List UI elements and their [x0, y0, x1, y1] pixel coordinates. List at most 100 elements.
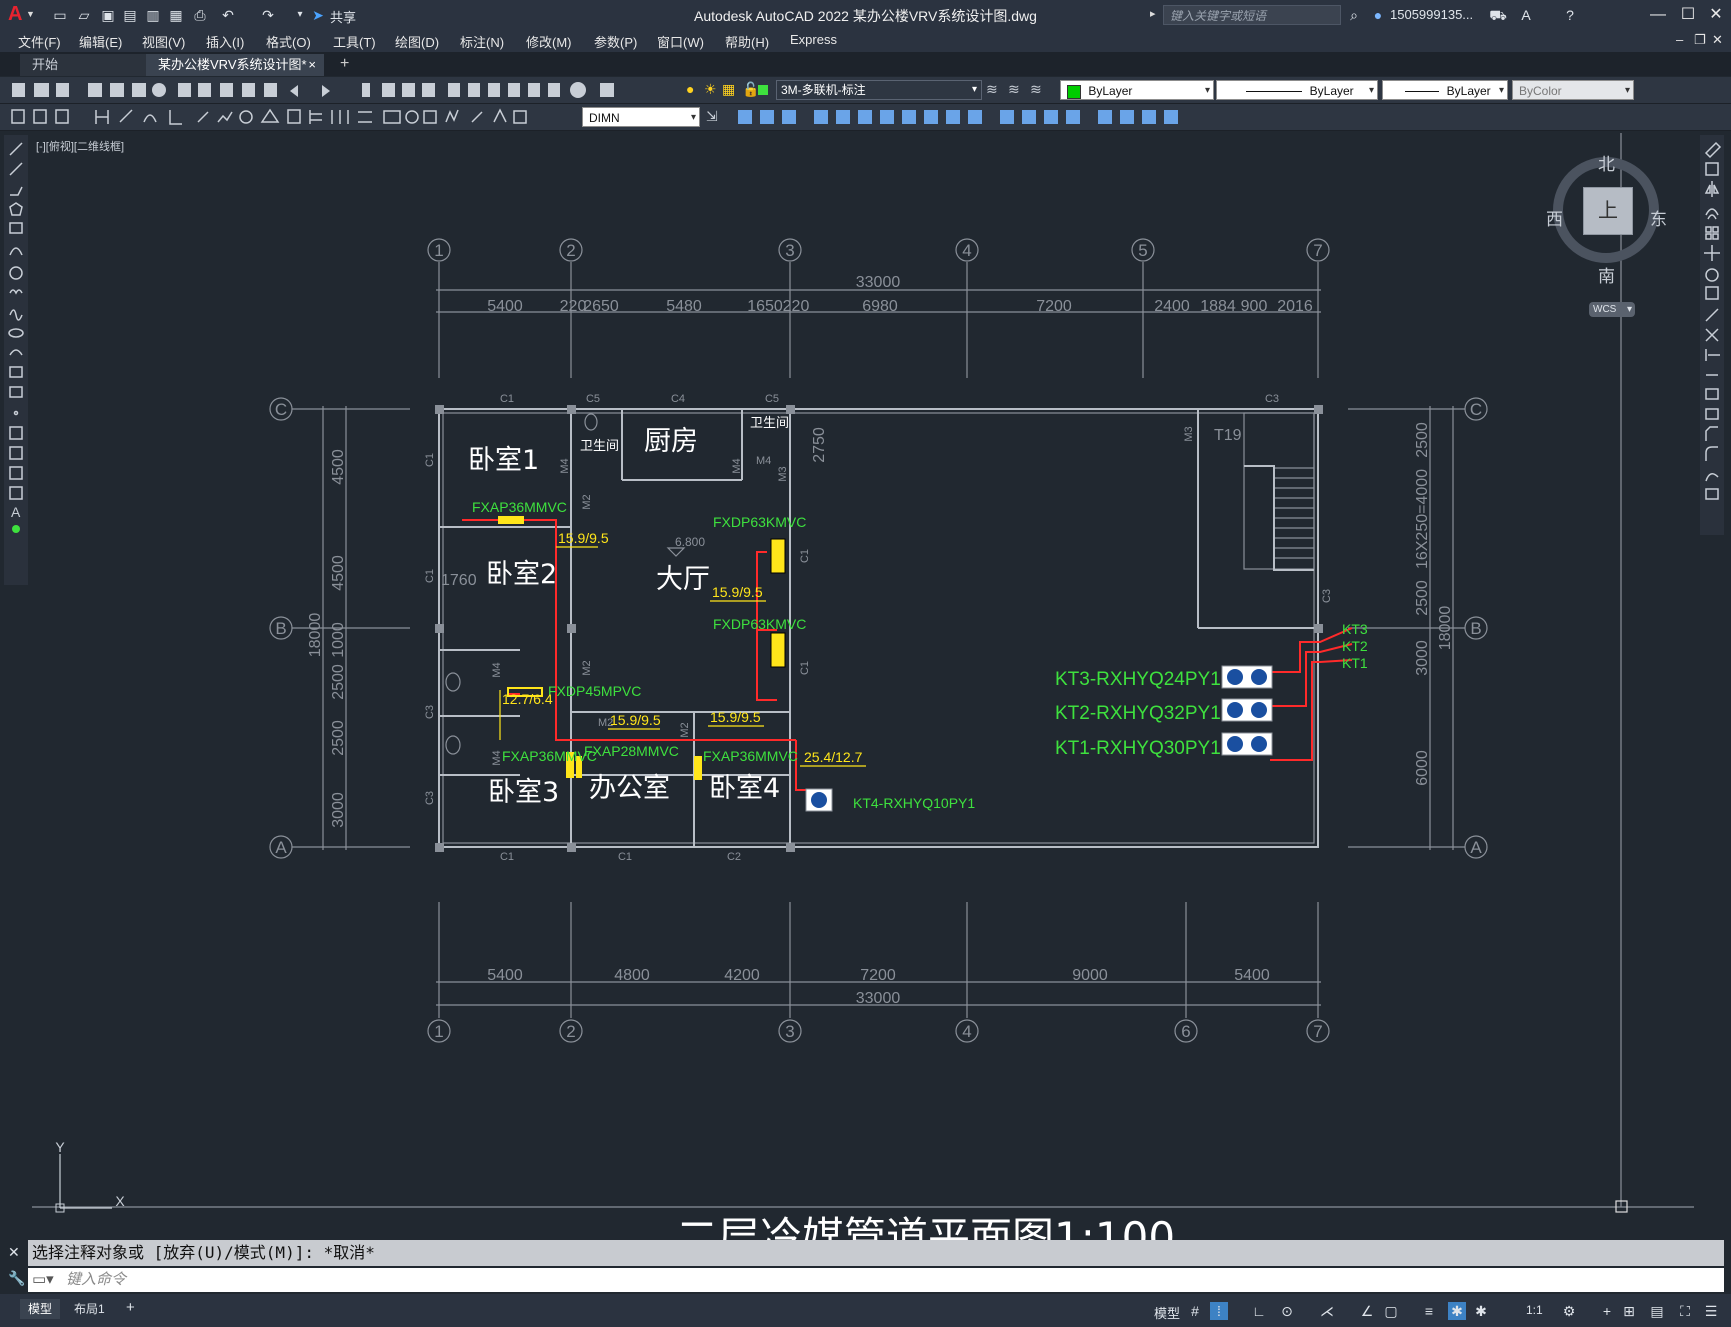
svg-text:2500: 2500	[1414, 580, 1431, 616]
object-snap-tracking-icon[interactable]: ∠	[1358, 1302, 1376, 1320]
svg-text:X: X	[115, 1193, 125, 1209]
svg-text:卫生间: 卫生间	[750, 416, 789, 431]
svg-text:2: 2	[566, 1022, 575, 1041]
grid-icon[interactable]: #	[1186, 1302, 1204, 1320]
compass-north[interactable]: 北	[1598, 150, 1615, 175]
svg-text:15.9/9.5: 15.9/9.5	[558, 530, 609, 546]
svg-text:KT4-RXHYQ10PY1: KT4-RXHYQ10PY1	[853, 795, 975, 811]
customization-menu-icon[interactable]: ☰	[1702, 1302, 1720, 1320]
svg-text:12.7/6.4: 12.7/6.4	[502, 691, 553, 707]
svg-text:16X250=4000: 16X250=4000	[1414, 469, 1431, 569]
svg-text:2016: 2016	[1277, 298, 1313, 315]
svg-text:A: A	[1470, 838, 1482, 857]
svg-text:B: B	[275, 619, 286, 638]
object-snap-icon[interactable]: ▢	[1382, 1302, 1400, 1320]
svg-text:C5: C5	[586, 393, 600, 405]
svg-text:2750: 2750	[811, 427, 828, 463]
customize-command-line-icon[interactable]: 🔧	[8, 1270, 25, 1287]
svg-text:卧室1: 卧室1	[468, 445, 539, 476]
svg-text:7: 7	[1313, 1022, 1322, 1041]
polar-icon[interactable]: ⊙	[1278, 1302, 1296, 1320]
svg-text:900: 900	[1241, 298, 1268, 315]
svg-text:M4: M4	[731, 458, 743, 473]
chevron-down-icon: ▾	[1626, 304, 1632, 315]
svg-text:Y: Y	[55, 1139, 65, 1155]
svg-text:33000: 33000	[856, 274, 901, 291]
command-input[interactable]: ▭▾ 键入命令	[28, 1268, 1724, 1292]
svg-text:2650: 2650	[583, 298, 619, 315]
svg-text:4800: 4800	[614, 967, 650, 984]
indoor-unit-1	[498, 516, 524, 524]
compass-east[interactable]: 东	[1650, 205, 1667, 230]
svg-text:5400: 5400	[1234, 967, 1270, 984]
command-prompt-icon[interactable]: ▭▾	[32, 1268, 54, 1292]
close-command-line-icon[interactable]: ✕	[8, 1244, 20, 1261]
svg-text:2400: 2400	[1154, 298, 1190, 315]
svg-text:C1: C1	[618, 851, 632, 863]
svg-text:3000: 3000	[330, 792, 347, 828]
svg-text:18000: 18000	[307, 613, 324, 658]
svg-text:M2: M2	[581, 494, 593, 509]
units-icon[interactable]: ⊞	[1620, 1302, 1638, 1320]
svg-text:1: 1	[434, 1022, 443, 1041]
svg-text:6000: 6000	[1414, 750, 1431, 786]
plan-title: 二层冷媒管道平面图1:100	[676, 1213, 1175, 1240]
svg-text:C: C	[275, 400, 287, 419]
svg-text:25.4/12.7: 25.4/12.7	[804, 749, 863, 765]
svg-text:2500: 2500	[330, 720, 347, 756]
svg-text:2500: 2500	[330, 664, 347, 700]
compass-south[interactable]: 南	[1598, 262, 1615, 287]
svg-text:6: 6	[1181, 1022, 1190, 1041]
layout1-tab[interactable]: 布局1	[66, 1299, 113, 1319]
svg-text:FXDP63KMVC: FXDP63KMVC	[713, 514, 806, 530]
svg-text:M2: M2	[581, 660, 593, 675]
svg-text:7: 7	[1313, 241, 1322, 260]
svg-text:2500: 2500	[1414, 422, 1431, 458]
svg-text:M3: M3	[777, 466, 789, 481]
svg-text:FXDP63KMVC: FXDP63KMVC	[713, 616, 806, 632]
wcs-menu[interactable]: WCS ▾	[1589, 302, 1635, 317]
outdoor-unit-kt3	[1221, 665, 1273, 689]
add-layout-button[interactable]: +	[126, 1299, 135, 1316]
indoor-unit-3	[770, 632, 786, 668]
annotation-scale[interactable]: 1:1	[1526, 1303, 1543, 1317]
snap-icon[interactable]: ⁞	[1210, 1302, 1228, 1320]
viewcube[interactable]: 上 北 南 西 东 WCS ▾	[1540, 150, 1670, 326]
svg-text:KT1: KT1	[1342, 655, 1368, 671]
lineweight-icon[interactable]: ≡	[1420, 1302, 1438, 1320]
svg-text:C1: C1	[424, 453, 436, 467]
isodraft-icon[interactable]: ⋌	[1318, 1302, 1336, 1320]
svg-text:C: C	[1470, 400, 1482, 419]
outdoor-unit-kt1	[1221, 732, 1273, 756]
plus-icon[interactable]: +	[1598, 1302, 1616, 1320]
gear-icon[interactable]: ⚙	[1560, 1302, 1578, 1320]
svg-text:大厅: 大厅	[656, 564, 710, 595]
indoor-unit-7	[694, 756, 702, 780]
svg-text:办公室: 办公室	[589, 773, 670, 804]
svg-text:B: B	[1470, 619, 1481, 638]
viewcube-top-face[interactable]: 上	[1583, 187, 1633, 235]
ortho-icon[interactable]: ∟	[1250, 1302, 1268, 1320]
left-dimensions: 18000 4500 4500 1000 2500 2500 3000	[307, 449, 347, 828]
quick-properties-icon[interactable]: ▤	[1648, 1302, 1666, 1320]
model-layout-tab[interactable]: 模型	[20, 1299, 61, 1319]
auto-scale-icon[interactable]: ✱	[1472, 1302, 1490, 1320]
svg-text:C3: C3	[1265, 393, 1279, 405]
model-space-toggle[interactable]: 模型	[1154, 1303, 1180, 1322]
svg-text:M4: M4	[559, 458, 571, 473]
svg-text:2: 2	[566, 241, 575, 260]
outdoor-unit-kt4	[805, 788, 833, 812]
svg-text:KT1-RXHYQ30PY1: KT1-RXHYQ30PY1	[1055, 738, 1221, 759]
svg-text:1760: 1760	[441, 572, 477, 589]
annotation-visibility-icon[interactable]: ✱	[1448, 1302, 1466, 1320]
svg-text:5400: 5400	[487, 298, 523, 315]
svg-text:5: 5	[1138, 241, 1147, 260]
svg-text:C3: C3	[1321, 589, 1333, 603]
svg-text:5480: 5480	[666, 298, 702, 315]
compass-west[interactable]: 西	[1546, 205, 1563, 230]
svg-text:KT2: KT2	[1342, 638, 1368, 654]
svg-text:4: 4	[962, 1022, 971, 1041]
svg-text:1650: 1650	[747, 298, 783, 315]
clean-screen-icon[interactable]: ⛶	[1676, 1302, 1694, 1320]
svg-text:C1: C1	[424, 569, 436, 583]
